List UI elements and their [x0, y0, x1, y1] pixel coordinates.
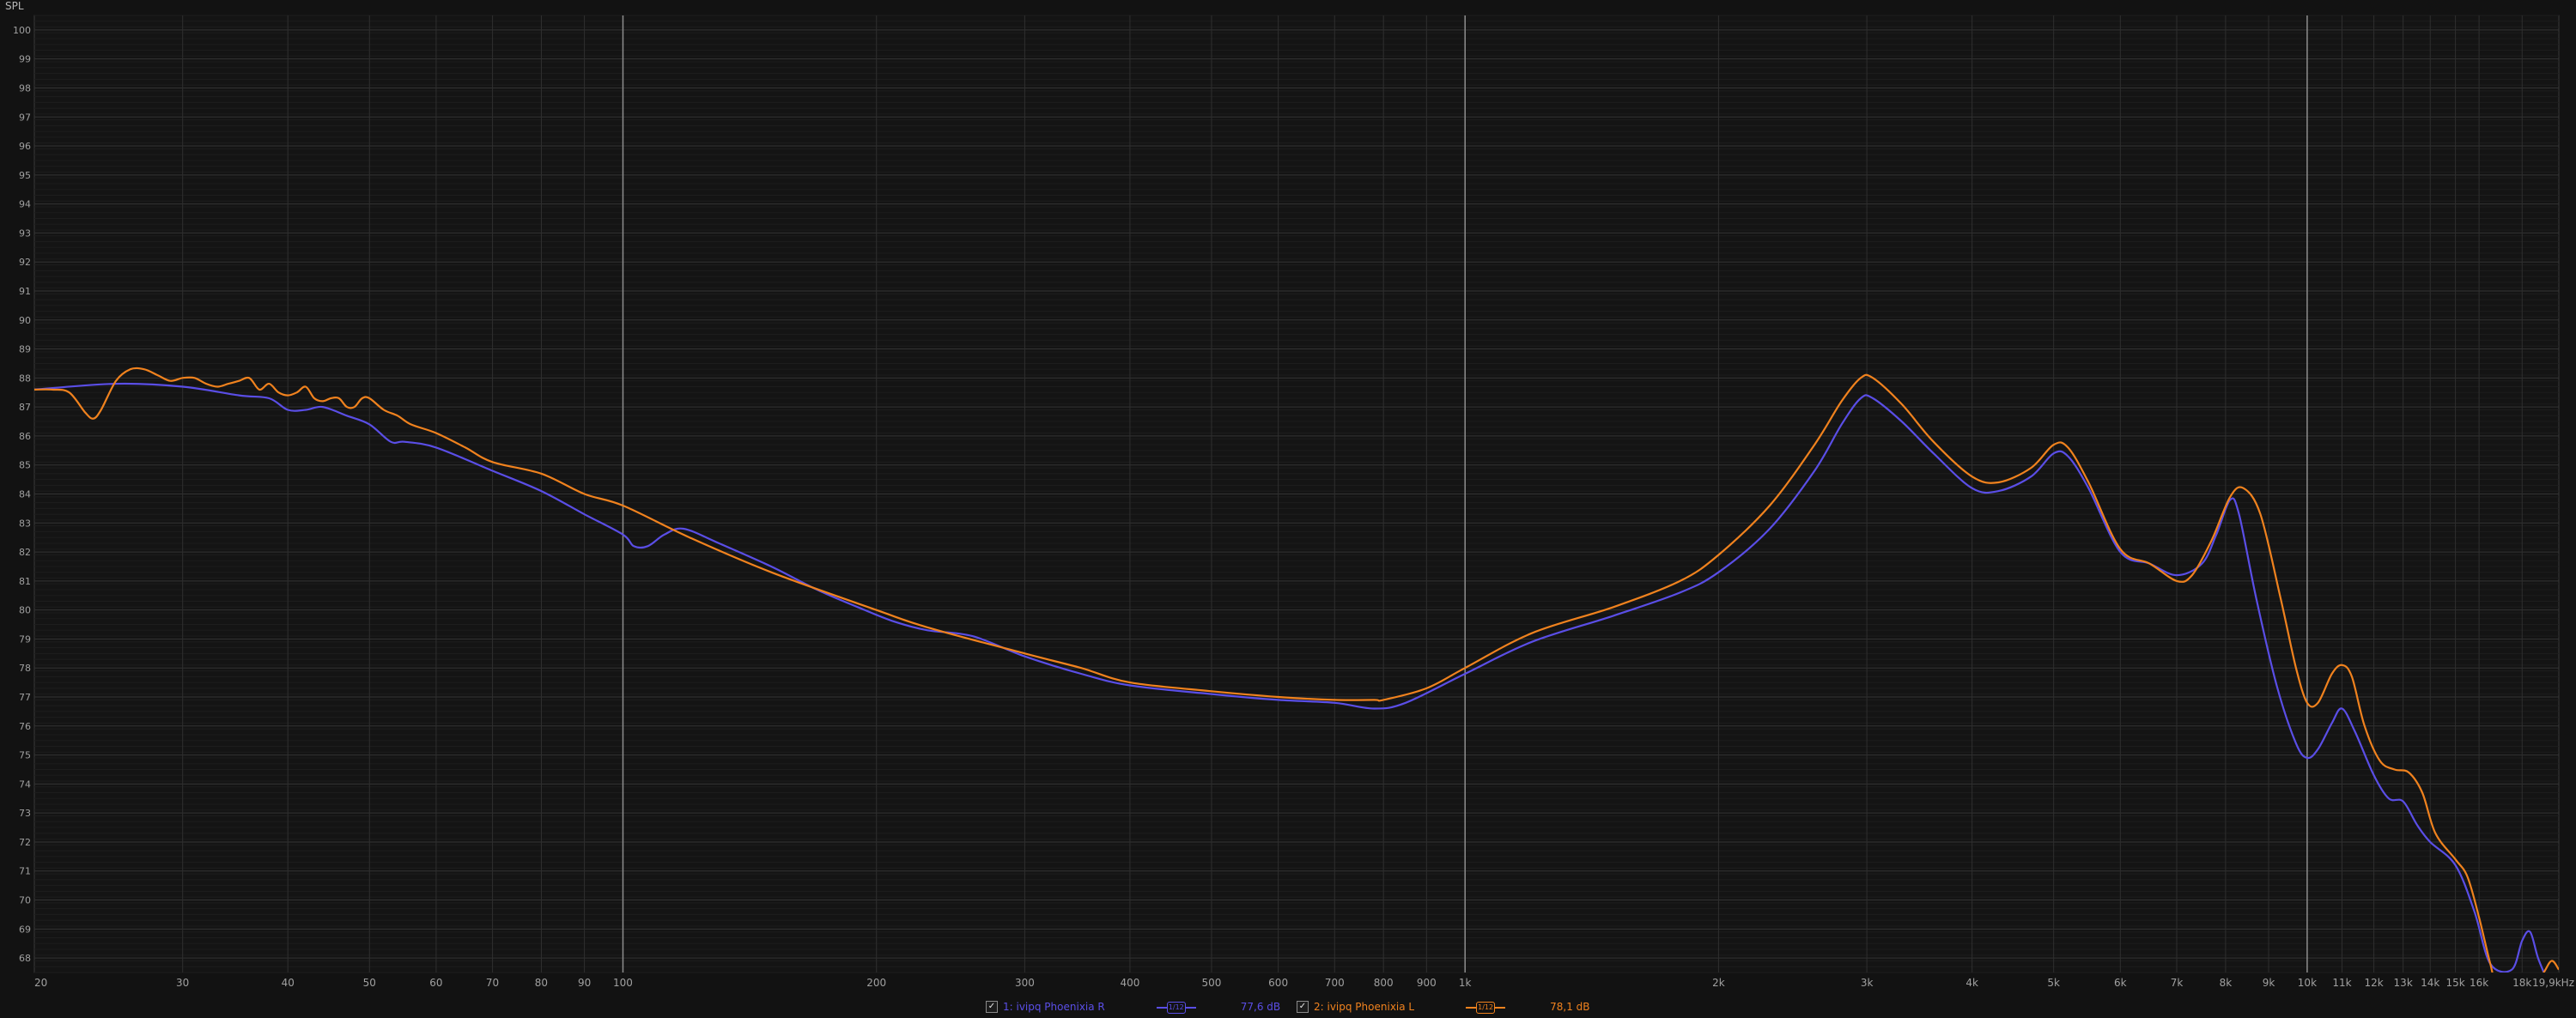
series2-label[interactable]: 2: ivipq Phoenixia L	[1314, 1001, 1414, 1013]
y-tick-label: 81	[19, 576, 31, 587]
legend-item-2[interactable]: ✓ 2: ivipq Phoenixia L 1/12 78,1 dB	[1297, 997, 1590, 1016]
y-tick-label: 75	[19, 750, 31, 761]
y-tick-label: 80	[19, 605, 31, 616]
series1-checkbox[interactable]: ✓	[986, 1001, 998, 1013]
x-tick-label: 60	[429, 977, 442, 989]
series2-checkbox[interactable]: ✓	[1297, 1001, 1309, 1013]
y-tick-label: 87	[19, 402, 31, 413]
legend-item-1[interactable]: ✓ 1: ivipq Phoenixia R 1/12 77,6 dB	[986, 997, 1280, 1016]
x-tick-label: 7k	[2171, 977, 2184, 989]
x-tick-label: 10k	[2298, 977, 2317, 989]
x-tick-label: 50	[363, 977, 376, 989]
y-tick-label: 94	[19, 199, 31, 210]
x-tick-label: 9k	[2263, 977, 2275, 989]
x-tick-label: 13k	[2394, 977, 2413, 989]
y-tick-label: 90	[19, 315, 31, 326]
y-tick-label: 70	[19, 895, 31, 906]
x-tick-label: 15k	[2445, 977, 2464, 989]
y-tick-label: 100	[13, 25, 31, 36]
y-tick-label: 99	[19, 54, 31, 65]
y-tick-label: 84	[19, 489, 31, 500]
y-tick-label: 82	[19, 547, 31, 558]
grid	[33, 15, 2560, 973]
x-tick-label: 80	[535, 977, 548, 989]
x-tick-label: 500	[1202, 977, 1222, 989]
x-tick-label: 20	[34, 977, 47, 989]
y-tick-label: 95	[19, 170, 31, 181]
x-tick-label: 16k	[2470, 977, 2488, 989]
y-tick-label: 93	[19, 227, 31, 239]
y-tick-label: 98	[19, 82, 31, 94]
y-tick-label: 74	[19, 779, 31, 790]
x-tick-label: 11k	[2332, 977, 2351, 989]
y-tick-label: 89	[19, 344, 31, 355]
series2-level: 78,1 dB	[1550, 1001, 1590, 1013]
y-tick-label: 71	[19, 866, 31, 877]
x-tick-label: 3k	[1861, 977, 1874, 989]
x-tick-label: 400	[1120, 977, 1139, 989]
y-tick-label: 79	[19, 633, 31, 645]
x-tick-label: 19,9kHz	[2532, 977, 2574, 989]
x-tick-label: 14k	[2421, 977, 2439, 989]
series2-swatch[interactable]: 1/12	[1466, 1001, 1506, 1014]
y-tick-label: 78	[19, 663, 31, 674]
y-tick-label: 72	[19, 837, 31, 848]
x-tick-label: 2k	[1712, 977, 1725, 989]
x-tick-label: 900	[1417, 977, 1437, 989]
series1-smoothing: 1/12	[1166, 1002, 1186, 1014]
x-tick-label: 40	[282, 977, 295, 989]
y-tick-label: 73	[19, 808, 31, 819]
y-tick-label: 86	[19, 431, 31, 442]
x-tick-label: 800	[1374, 977, 1394, 989]
x-tick-label: 200	[866, 977, 886, 989]
x-tick-label: 5k	[2047, 977, 2060, 989]
x-tick-label: 30	[176, 977, 189, 989]
series1-label[interactable]: 1: ivipq Phoenixia R	[1003, 1001, 1105, 1013]
x-tick-label: 700	[1325, 977, 1345, 989]
y-tick-label: 92	[19, 257, 31, 268]
x-tick-label: 1k	[1459, 977, 1472, 989]
y-tick-label: 96	[19, 141, 31, 152]
y-tick-label: 97	[19, 112, 31, 123]
y-tick-label: 91	[19, 286, 31, 297]
x-tick-label: 8k	[2220, 977, 2233, 989]
y-tick-label: 76	[19, 721, 31, 732]
x-tick-label: 600	[1268, 977, 1288, 989]
series2-smoothing: 1/12	[1476, 1002, 1496, 1014]
series1-swatch[interactable]: 1/12	[1156, 1001, 1196, 1014]
series1-level: 77,6 dB	[1240, 1001, 1281, 1013]
x-tick-labels: 20 30 40 50 60 70 80 90 100 200 300 400 500 600 700 800…	[34, 977, 2574, 989]
y-tick-label: 77	[19, 692, 31, 703]
x-tick-label: 6k	[2114, 977, 2127, 989]
y-tick-label: 83	[19, 518, 31, 529]
y-tick-label: 85	[19, 460, 31, 471]
x-tick-label: 100	[613, 977, 633, 989]
x-tick-label: 70	[486, 977, 499, 989]
frequency-response-plot[interactable]: 20 30 40 50 60 70 80 90 100 200 300 400 500 600 700 800…	[0, 0, 2576, 1018]
x-tick-label: 18k	[2512, 977, 2531, 989]
y-tick-labels: 68 69 70 71 72 73 74 75 76 77 78 79 80 81 82 83 84 85 86 87…	[13, 25, 31, 964]
y-tick-label: 68	[19, 953, 31, 964]
x-tick-label: 90	[578, 977, 591, 989]
y-tick-label: 69	[19, 924, 31, 935]
y-axis-title: SPL	[5, 0, 24, 12]
x-tick-label: 4k	[1965, 977, 1978, 989]
x-tick-label: 300	[1015, 977, 1035, 989]
x-tick-label: 12k	[2364, 977, 2383, 989]
y-tick-label: 88	[19, 373, 31, 384]
